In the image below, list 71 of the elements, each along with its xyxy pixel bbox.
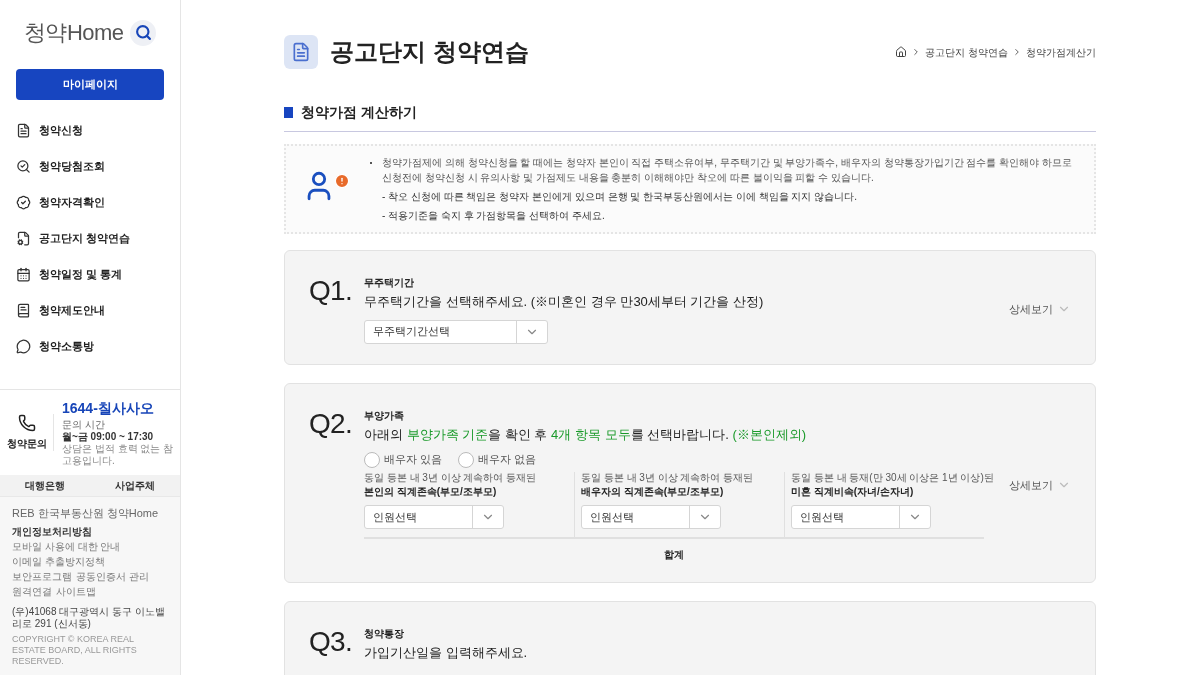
group-title: 미혼 직계비속(자녀/손자녀) [791, 485, 915, 499]
phone-icon [17, 413, 36, 432]
question-text: 가입기산일을 입력해주세요. [364, 644, 529, 662]
menu-item[interactable]: 공고단지 청약연습 [39, 229, 131, 247]
question-number: Q3. [309, 626, 354, 659]
section-title: 청약가점 계산하기 [301, 103, 417, 122]
notice-text: 청약가점제에 의해 청약신청을 할 때에는 청약자 본인이 직접 주택소유여부, 무주택기간 및 부양가족수, 배우자의 청약통장가입기간 점수를 확인해야 하므로 신청전에 청약신청 시 유의사항 및 가점제도 내용을 충분히 이해해야만 착오에 따른 불이익을 피할 수 있습니다. [370, 155, 1078, 185]
page-title: 공고단지 청약연습 [330, 37, 529, 67]
menu-item[interactable]: 청약소통방 [39, 337, 94, 355]
footer-link[interactable]: 보안프로그램 [12, 570, 72, 583]
question-number: Q2. [309, 407, 354, 441]
copyright-text: COPYRIGHT © KOREA REAL ESTATE BOARD, ALL RIGHTS RESERVED. [12, 634, 138, 667]
group-title: 배우자의 직계존속(부모/조부모) [581, 485, 725, 499]
search-button[interactable] [130, 19, 156, 46]
calendar-icon [16, 266, 31, 282]
menu-item[interactable]: 청약당첨조회 [39, 157, 105, 175]
footer-link[interactable]: 원격연결 [12, 585, 52, 598]
chevron-right-icon [1012, 47, 1022, 57]
group-hint: 동일 등본 내 3년 이상 계속하여 등재된 [364, 472, 538, 484]
phone-number: 1644-칠사사오 [62, 398, 155, 418]
group-hint: 동일 등본 내 3년 이상 계속하여 등재된 [581, 472, 755, 484]
detail-toggle[interactable]: 상세보기 [1009, 301, 1071, 318]
group-title: 본인의 직계존속(부모/조부모) [364, 485, 498, 499]
question-label: 무주택기간 [364, 276, 415, 290]
select-field[interactable]: 인원선택 [791, 505, 931, 529]
radio-button[interactable] [364, 452, 380, 468]
notice-subtext: - 착오 신청에 따른 책임은 청약자 본인에게 있으며 은행 및 한국부동산원에서는 이에 책임을 지지 않습니다. [381, 190, 858, 204]
menu-item[interactable]: 청약신청 [39, 121, 83, 139]
question-label: 부양가족 [364, 408, 405, 423]
chat-bubble-icon [16, 338, 31, 354]
question-text: 무주택기간을 선택해주세요. (※미혼인 경우 만30세부터 기간을 산정) [364, 293, 765, 311]
footer-link[interactable]: 개인정보처리방침 [12, 525, 92, 538]
question-text: 아래의 부양가족 기준을 확인 후 4개 항목 모두를 선택바랍니다. (※본인제외) [364, 425, 808, 444]
footer-tab[interactable]: 사업주체 [90, 477, 180, 493]
footer-tab[interactable]: 대행은행 [0, 477, 90, 493]
hours-label: 문의 시간 [62, 418, 105, 431]
menu-item[interactable]: 청약제도안내 [39, 301, 105, 319]
question-number: Q1. [309, 275, 354, 308]
breadcrumb-link[interactable]: 청약가점계산기 [1026, 44, 1096, 60]
menu-item[interactable]: 청약일정 및 통계 [39, 265, 123, 283]
radio-label[interactable]: 배우자 있음 [384, 452, 442, 468]
badge-icon [16, 194, 31, 210]
question-label: 청약통장 [364, 627, 405, 641]
detail-toggle[interactable]: 상세보기 [1009, 476, 1071, 493]
footer-link[interactable]: 공동인증서 관리 [76, 570, 149, 583]
address-text: (우)41068 대구광역시 동구 이노밸리로 291 (신서동) [12, 606, 166, 630]
footer-link[interactable]: 사이트맵 [56, 585, 96, 598]
notepad-icon [284, 35, 318, 69]
radio-label[interactable]: 배우자 없음 [477, 452, 536, 468]
search-check-icon [16, 158, 31, 174]
contact-note: 상담은 법적 효력 없는 참고용입니다. [62, 442, 175, 467]
total-label: 합계 [664, 548, 684, 562]
search-icon [134, 24, 152, 41]
footer-link[interactable]: 이메일 추출방지정책 [12, 555, 105, 568]
breadcrumb-link[interactable]: 공고단지 청약연습 [925, 44, 1008, 60]
select-field[interactable]: 인원선택 [581, 505, 721, 529]
file-gear-icon [16, 230, 31, 246]
group-hint: 동일 등본 내 등재(만 30세 이상은 1년 이상)된 [791, 472, 994, 484]
notice-subtext: - 적용기준을 숙지 후 가점항목을 선택하여 주세요. [381, 209, 606, 223]
footer-logo: REB 한국부동산원 청약Home [12, 505, 160, 521]
radio-button[interactable] [457, 452, 474, 468]
menu-item[interactable]: 청약자격확인 [39, 193, 105, 211]
hours-text: 월~금 09:00 ~ 17:30 [62, 430, 154, 443]
contact-label: 청약문의 [6, 436, 47, 451]
footer-link[interactable]: 모바일 사용에 대한 안내 [12, 540, 121, 553]
site-logo[interactable]: 청약Home [24, 16, 124, 49]
select-field[interactable]: 인원선택 [364, 505, 504, 529]
select-field[interactable]: 무주택기간선택 [364, 319, 548, 344]
home-icon[interactable] [895, 46, 908, 58]
mypage-button[interactable]: 마이페이지 [16, 69, 164, 100]
document-icon [16, 122, 31, 138]
